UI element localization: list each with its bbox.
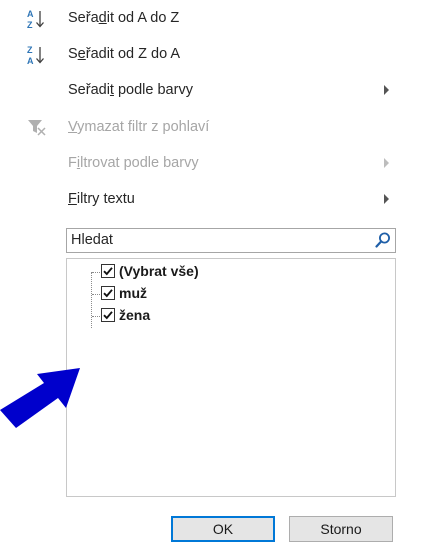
menu-item-text-filters[interactable]: Filtry textu [0, 185, 412, 215]
search-input-text: Hledat [71, 232, 113, 248]
svg-text:A: A [27, 56, 34, 66]
list-item[interactable]: muž [67, 283, 367, 305]
list-item-label: muž [119, 285, 147, 301]
ok-button[interactable]: OK [171, 516, 275, 542]
menu-item-label: Seřadit podle barvy [68, 82, 193, 98]
svg-text:Z: Z [27, 20, 33, 30]
sort-descending-icon: Z A [26, 44, 54, 66]
menu-item-label: Vymazat filtr z pohlaví [68, 119, 210, 135]
list-item-label: (Vybrat vše) [119, 263, 199, 279]
clear-filter-icon [26, 117, 54, 139]
menu-item-clear-filter[interactable]: Vymazat filtr z pohlaví [0, 113, 412, 143]
checkbox-select-all[interactable] [101, 264, 115, 278]
search-input[interactable]: Hledat [66, 228, 396, 253]
filter-values-list[interactable]: (Vybrat vše) muž žena [66, 258, 396, 497]
list-item-label: žena [119, 307, 151, 323]
cancel-button[interactable]: Storno [289, 516, 393, 542]
svg-text:Z: Z [27, 45, 33, 55]
check-icon [103, 311, 113, 320]
menu-item-sort-a-to-z[interactable]: A Z Seřadit od A do Z [0, 4, 412, 34]
submenu-arrow-icon [384, 194, 389, 204]
search-icon[interactable] [374, 231, 392, 249]
pointer-arrow-icon [0, 366, 90, 446]
menu-item-sort-z-to-a[interactable]: Z A Seřadit od Z do A [0, 40, 412, 70]
list-item[interactable]: žena [67, 305, 367, 327]
menu-item-label: Filtrovat podle barvy [68, 155, 199, 171]
list-item-select-all[interactable]: (Vybrat vše) [67, 261, 367, 283]
menu-item-label: Seřadit od A do Z [68, 10, 180, 26]
submenu-arrow-icon [384, 158, 389, 168]
menu-item-label: Seřadit od Z do A [68, 46, 181, 62]
tree-connector [92, 316, 100, 317]
sort-ascending-icon: A Z [26, 8, 54, 30]
tree-connector [92, 294, 100, 295]
check-icon [103, 267, 113, 276]
menu-item-label: Filtry textu [68, 191, 135, 207]
check-icon [103, 289, 113, 298]
checkbox-muz[interactable] [101, 286, 115, 300]
tree-connector [92, 272, 100, 273]
svg-text:A: A [27, 9, 34, 19]
checkbox-zena[interactable] [101, 308, 115, 322]
menu-item-sort-by-color[interactable]: Seřadit podle barvy [0, 76, 412, 106]
menu-item-filter-by-color[interactable]: Filtrovat podle barvy [0, 149, 412, 179]
submenu-arrow-icon [384, 85, 389, 95]
